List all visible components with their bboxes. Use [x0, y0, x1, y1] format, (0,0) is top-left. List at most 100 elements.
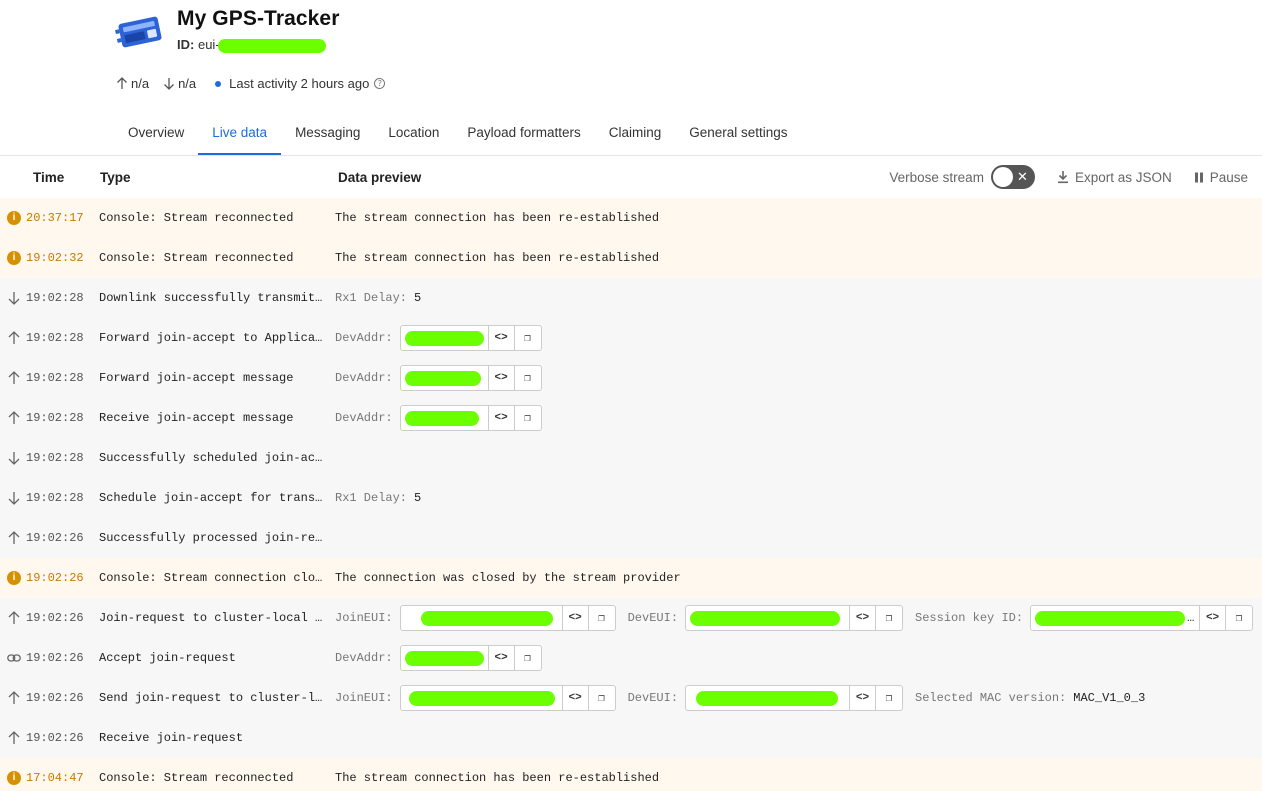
- preview-label: Rx1 Delay:: [335, 291, 408, 305]
- event-preview: Rx1 Delay: 5: [335, 278, 421, 318]
- device-icon: [114, 13, 166, 51]
- event-preview: Rx1 Delay: 5: [335, 478, 421, 518]
- event-type: Console: Stream reconnected: [99, 251, 294, 265]
- devaddr-field: <> ❐: [399, 645, 542, 671]
- tab-live-data[interactable]: Live data: [198, 113, 282, 155]
- event-row[interactable]: 19:02:28 Downlink successfully transmit……: [0, 278, 1262, 318]
- tab-overview[interactable]: Overview: [114, 113, 198, 155]
- warning-icon: i: [7, 771, 21, 785]
- copy-icon[interactable]: ❐: [876, 606, 902, 630]
- code-toggle-icon[interactable]: <>: [489, 646, 515, 670]
- preview-text: The stream connection has been re-establ…: [335, 251, 660, 265]
- event-row[interactable]: i 17:04:47 Console: Stream reconnected T…: [0, 758, 1262, 791]
- tab-messaging[interactable]: Messaging: [281, 113, 374, 155]
- preview-label: DevAddr:: [335, 331, 393, 345]
- tab-location[interactable]: Location: [374, 113, 453, 155]
- help-icon[interactable]: ?: [374, 78, 386, 89]
- code-toggle-icon[interactable]: <>: [1200, 606, 1227, 630]
- event-time: 17:04:47: [26, 771, 84, 785]
- code-toggle-icon[interactable]: <>: [850, 686, 877, 710]
- toggle-knob: [992, 167, 1013, 187]
- event-time: 19:02:28: [26, 451, 84, 465]
- code-toggle-icon[interactable]: <>: [850, 606, 877, 630]
- arrow-up-icon: [8, 331, 20, 344]
- code-toggle-icon[interactable]: <>: [489, 406, 515, 430]
- event-row[interactable]: 19:02:28 Schedule join-accept for trans……: [0, 478, 1262, 518]
- event-row[interactable]: 19:02:28 Forward join-accept to Applica……: [0, 318, 1262, 358]
- event-row[interactable]: i 20:37:17 Console: Stream reconnected T…: [0, 198, 1262, 238]
- copy-icon[interactable]: ❐: [515, 406, 541, 430]
- verbose-stream-toggle[interactable]: ✕: [990, 165, 1035, 189]
- event-time: 19:02:28: [26, 291, 84, 305]
- pause-button[interactable]: Pause: [1194, 170, 1248, 185]
- copy-icon[interactable]: ❐: [1226, 606, 1252, 630]
- event-row[interactable]: 19:02:28 Receive join-accept message Dev…: [0, 398, 1262, 438]
- event-row[interactable]: i 19:02:32 Console: Stream reconnected T…: [0, 238, 1262, 278]
- preview-label: DevEUI:: [627, 691, 679, 705]
- device-stats: n/a n/a Last activity 2 hours ago ?: [116, 76, 386, 91]
- event-row[interactable]: 19:02:26 Send join-request to cluster-l……: [0, 678, 1262, 718]
- preview-value: 5: [414, 291, 422, 305]
- copy-icon[interactable]: ❐: [876, 686, 902, 710]
- event-type: Receive join-accept message: [99, 411, 294, 425]
- copy-icon[interactable]: ❐: [515, 646, 541, 670]
- joineui-field: <> ❐: [399, 605, 616, 631]
- event-type: Console: Stream reconnected: [99, 771, 294, 785]
- last-activity: Last activity 2 hours ago: [229, 76, 370, 91]
- arrow-up-icon: [8, 731, 20, 744]
- event-preview: The connection was closed by the stream …: [335, 558, 681, 598]
- copy-icon[interactable]: ❐: [515, 366, 541, 390]
- event-time: 19:02:28: [26, 491, 84, 505]
- export-json-button[interactable]: Export as JSON: [1057, 170, 1172, 185]
- preview-text: The stream connection has been re-establ…: [335, 211, 660, 225]
- redacted-value: [420, 610, 553, 626]
- arrow-down-icon: [164, 78, 175, 90]
- event-preview: The stream connection has been re-establ…: [335, 198, 659, 238]
- arrow-up-icon: [8, 691, 20, 704]
- event-time: 19:02:26: [26, 691, 84, 705]
- event-row[interactable]: 19:02:28 Successfully scheduled join-ac…: [0, 438, 1262, 478]
- event-preview: JoinEUI: <> ❐ DevEUI: <> ❐ Session key I…: [335, 598, 1254, 638]
- code-toggle-icon[interactable]: <>: [489, 326, 515, 350]
- uplink-count: n/a: [131, 76, 150, 91]
- event-type: Schedule join-accept for trans…: [99, 491, 323, 505]
- download-icon: [1057, 171, 1068, 184]
- close-icon: ✕: [1017, 169, 1028, 184]
- copy-icon[interactable]: ❐: [589, 606, 615, 630]
- event-preview: DevAddr: <> ❐: [335, 318, 554, 358]
- downlink-stat: n/a: [163, 76, 196, 91]
- copy-icon[interactable]: ❐: [515, 326, 541, 350]
- preview-label: JoinEUI:: [335, 691, 393, 705]
- pause-label: Pause: [1209, 169, 1248, 185]
- preview-text: The stream connection has been re-establ…: [335, 771, 660, 785]
- redacted-id: [217, 38, 326, 53]
- code-toggle-icon[interactable]: <>: [489, 366, 515, 390]
- pause-icon: [1194, 172, 1203, 182]
- arrow-down-icon: [8, 452, 20, 465]
- copy-icon[interactable]: ❐: [589, 686, 615, 710]
- event-row[interactable]: 19:02:28 Forward join-accept message Dev…: [0, 358, 1262, 398]
- event-preview: DevAddr: <> ❐: [335, 358, 554, 398]
- column-data-preview: Data preview: [338, 169, 422, 185]
- event-row[interactable]: 19:02:26 Join-request to cluster-local ……: [0, 598, 1262, 638]
- event-type: Receive join-request: [99, 731, 244, 745]
- event-row[interactable]: 19:02:26 Receive join-request: [0, 718, 1262, 758]
- event-row[interactable]: 19:02:26 Accept join-request DevAddr: <>…: [0, 638, 1262, 678]
- arrow-down-icon: [8, 292, 20, 305]
- preview-label: DevAddr:: [335, 411, 393, 425]
- arrow-up-icon: [117, 77, 127, 89]
- code-toggle-icon[interactable]: <>: [563, 606, 589, 630]
- code-toggle-icon[interactable]: <>: [563, 686, 589, 710]
- tab-payload-formatters[interactable]: Payload formatters: [453, 113, 594, 155]
- preview-label: Selected MAC version:: [915, 691, 1067, 705]
- event-row[interactable]: i 19:02:26 Console: Stream connection cl…: [0, 558, 1262, 598]
- session-key-field: … <> ❐: [1030, 605, 1254, 631]
- event-time: 19:02:26: [26, 651, 84, 665]
- stream-controls: Verbose stream ✕ Export as JSON Pause: [889, 165, 1248, 189]
- tab-general-settings[interactable]: General settings: [675, 113, 801, 155]
- arrow-up-icon: [8, 531, 20, 544]
- tab-claiming[interactable]: Claiming: [595, 113, 676, 155]
- event-row[interactable]: 19:02:26 Successfully processed join-re…: [0, 518, 1262, 558]
- event-type: Console: Stream connection clo…: [99, 571, 323, 585]
- preview-label: DevEUI:: [627, 611, 679, 625]
